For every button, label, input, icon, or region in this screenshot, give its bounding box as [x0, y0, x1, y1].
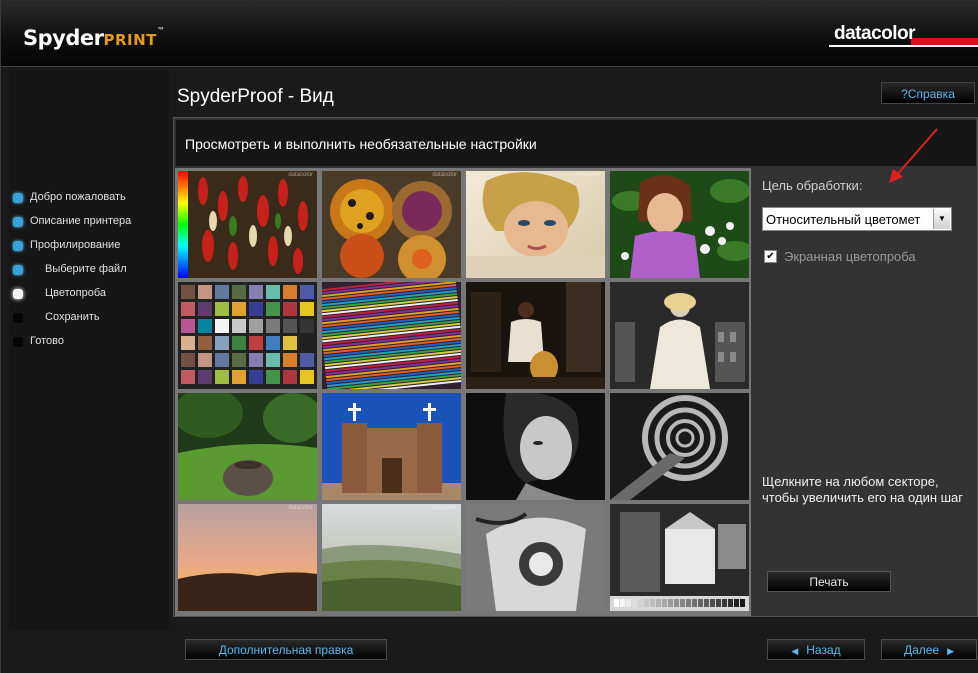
tile-color-checker[interactable]: [178, 282, 317, 389]
chevron-down-icon[interactable]: ▼: [933, 209, 950, 229]
tile-chili-peppers[interactable]: datacolor: [178, 171, 317, 278]
back-arrow-icon: ◀: [791, 646, 799, 656]
help-button[interactable]: ?Справка: [881, 82, 975, 104]
step-status-icon: [13, 241, 23, 251]
wizard-sidebar: [9, 70, 169, 630]
tile-bw-portrait[interactable]: [466, 393, 605, 500]
panel-subtitle: Просмотреть и выполнить необязательные н…: [185, 136, 537, 152]
spyderprint-logo: SpyderPRINT™: [23, 26, 165, 50]
step-status-icon: [13, 217, 23, 227]
app-window: SpyderPRINT™ datacolor Добро пожаловать …: [0, 0, 978, 673]
page-title: SpyderProof - Вид: [177, 86, 334, 107]
next-button[interactable]: Далее ▶: [881, 639, 977, 660]
zoom-hint: Щелкните на любом секторе, чтобы увеличи…: [762, 474, 964, 505]
step-status-icon: [13, 193, 23, 203]
rendering-intent-label: Цель обработки:: [762, 178, 863, 193]
step-status-icon: [13, 265, 23, 275]
step-pending-icon: [13, 337, 23, 347]
datacolor-logo: datacolor: [829, 23, 978, 47]
tile-tuscany-landscape[interactable]: datacolor: [322, 504, 461, 611]
tile-bw-scooter[interactable]: [466, 504, 605, 611]
print-button[interactable]: Печать: [767, 571, 891, 592]
rendering-intent-select[interactable]: Относительный цветомет ▼: [762, 207, 952, 231]
softproof-label: Экранная цветопроба: [784, 249, 916, 264]
next-arrow-icon: ▶: [947, 646, 955, 656]
tile-garden-urn[interactable]: [178, 393, 317, 500]
tile-girl-flowers[interactable]: [610, 171, 749, 278]
tile-adobe-church[interactable]: [322, 393, 461, 500]
tile-sunset-hills[interactable]: datacolor: [178, 504, 317, 611]
red-arrow-annotation: [889, 128, 938, 183]
top-bar: SpyderPRINT™ datacolor: [1, 0, 978, 67]
logo-underline: [829, 45, 978, 47]
tile-bw-castle[interactable]: [610, 504, 749, 611]
proof-image-grid: datacolor datacolor datacolor datacolor …: [175, 168, 751, 616]
back-button[interactable]: ◀ Назад: [767, 639, 865, 660]
help-icon: ?: [901, 87, 908, 101]
softproof-checkbox[interactable]: ✔: [764, 250, 777, 263]
step-pending-icon: [13, 313, 23, 323]
tile-fabric-stripes[interactable]: [322, 282, 461, 389]
tile-bride-interior[interactable]: [610, 282, 749, 389]
additional-edit-button[interactable]: Дополнительная правка: [185, 639, 387, 660]
tile-guitar-man[interactable]: [466, 282, 605, 389]
tile-portrait-woman[interactable]: datacolor: [466, 171, 605, 278]
step-current-icon: [13, 289, 23, 299]
tile-spiral-stairs[interactable]: [610, 393, 749, 500]
tile-painted-plates[interactable]: datacolor: [322, 171, 461, 278]
